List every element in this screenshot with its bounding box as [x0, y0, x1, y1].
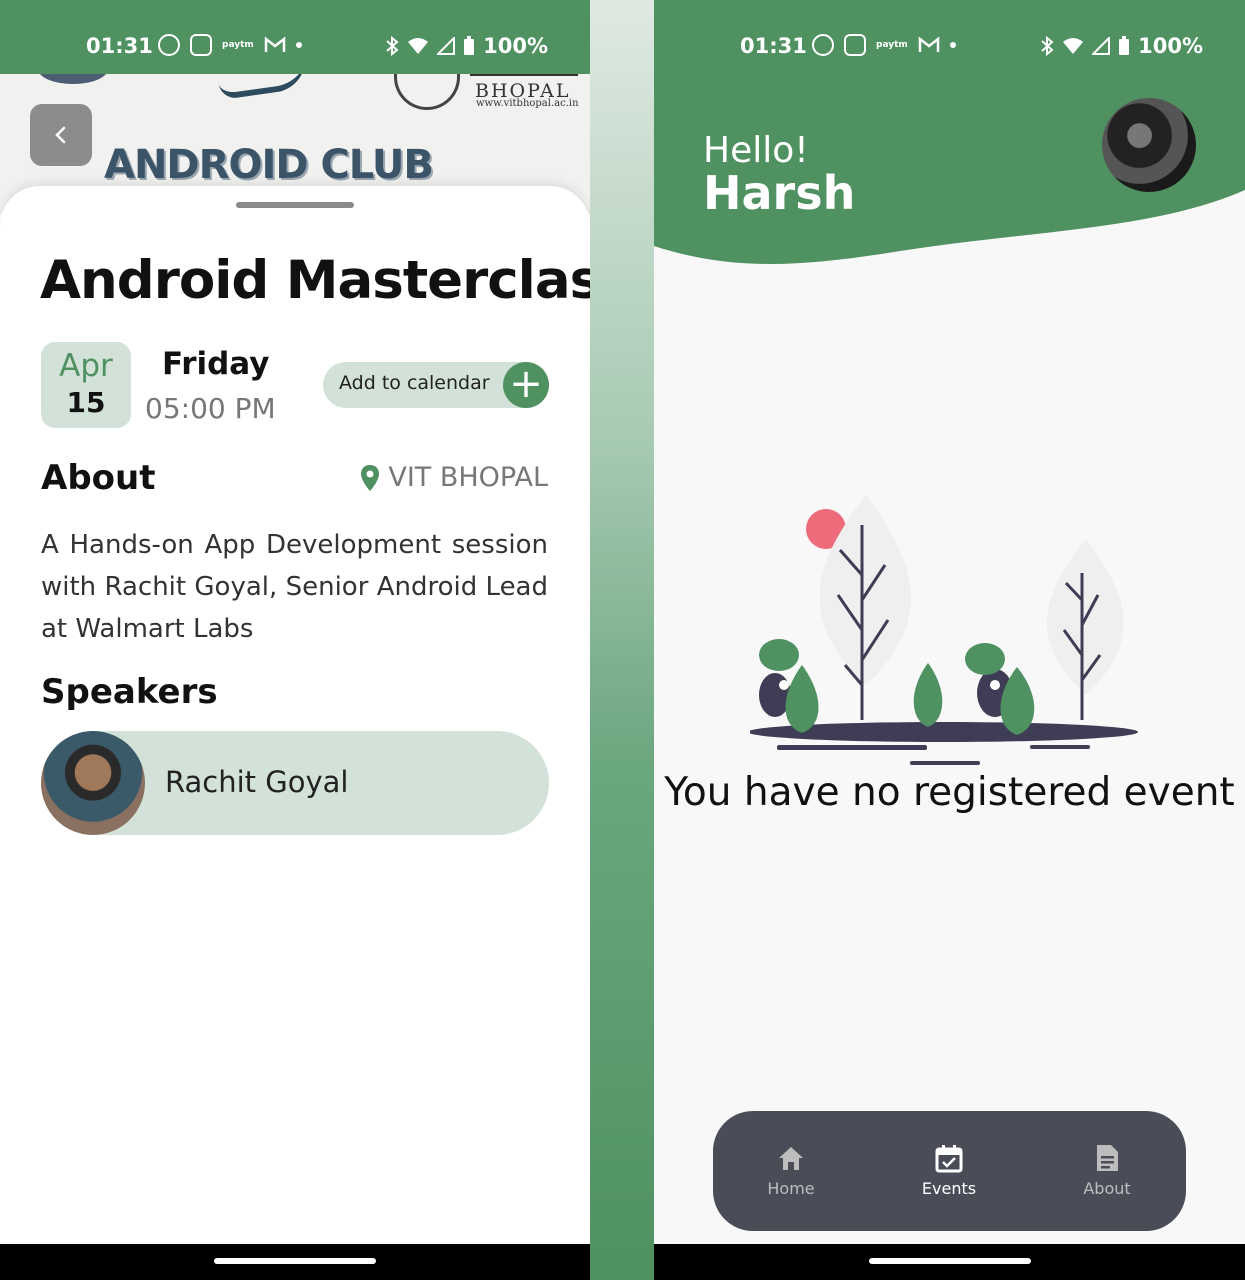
- paytm-icon: paytm: [876, 39, 908, 50]
- system-icons: 100%: [385, 34, 548, 58]
- notification-icons: paytm: [158, 34, 302, 56]
- instagram-icon: [190, 34, 212, 56]
- chevron-left-icon: [55, 126, 66, 144]
- institution-url: www.vitbhopal.ac.in: [476, 98, 579, 109]
- whatsapp-icon: [158, 34, 180, 56]
- signal-icon: [437, 37, 456, 55]
- paytm-icon: paytm: [222, 39, 254, 50]
- background-divider: [590, 0, 654, 1280]
- status-bar: 01:31 paytm 100%: [654, 0, 1245, 74]
- location-pin-icon: [361, 464, 380, 491]
- profile-avatar[interactable]: [1102, 98, 1196, 192]
- event-day: 15: [66, 386, 106, 419]
- more-notifications-icon: [295, 42, 302, 48]
- nav-home[interactable]: Home: [741, 1143, 841, 1198]
- location-text: VIT BHOPAL: [388, 462, 548, 493]
- document-icon: [1097, 1145, 1118, 1171]
- event-weekday: Friday: [162, 346, 270, 382]
- gmail-icon: [918, 36, 940, 52]
- about-heading: About: [41, 458, 156, 498]
- event-sheet: Android Masterclass Apr 15 Friday 05:00 …: [0, 186, 590, 1246]
- bluetooth-icon: [1041, 36, 1054, 56]
- calendar-check-icon: [935, 1145, 963, 1173]
- event-title: Android Masterclass: [40, 250, 590, 311]
- gmail-icon: [264, 36, 286, 52]
- home-gesture-bar[interactable]: [868, 1258, 1031, 1264]
- battery-level: 100%: [1138, 34, 1203, 58]
- plus-icon: +: [503, 362, 549, 408]
- speaker-avatar: [41, 731, 145, 835]
- date-badge: Apr 15: [41, 342, 131, 428]
- notification-icons: paytm: [812, 34, 956, 56]
- nav-about-label: About: [1083, 1179, 1131, 1198]
- add-to-calendar-button[interactable]: Add to calendar +: [323, 362, 549, 408]
- signal-icon: [1092, 37, 1111, 55]
- event-time: 05:00 PM: [145, 392, 276, 425]
- events-screen: 01:31 paytm 100% Hello! Harsh You have n…: [654, 0, 1245, 1280]
- drag-handle[interactable]: [236, 202, 354, 208]
- home-icon: [779, 1147, 803, 1170]
- system-nav-bar: [654, 1244, 1245, 1280]
- banner-graphic: [216, 74, 310, 101]
- empty-state-illustration: [750, 495, 1138, 765]
- event-location: VIT BHOPAL: [360, 462, 548, 493]
- user-name: Harsh: [703, 166, 856, 220]
- nav-about[interactable]: About: [1057, 1143, 1157, 1198]
- system-icons: 100%: [1040, 34, 1203, 58]
- whatsapp-icon: [812, 34, 834, 56]
- club-title: ANDROID CLUB: [104, 142, 434, 188]
- wifi-icon: [408, 38, 429, 54]
- add-to-calendar-label: Add to calendar: [339, 372, 490, 394]
- battery-level: 100%: [483, 34, 548, 58]
- wifi-icon: [1063, 38, 1084, 54]
- system-nav-bar: [0, 1244, 590, 1280]
- nav-events[interactable]: Events: [899, 1143, 999, 1198]
- status-time: 01:31: [86, 34, 153, 58]
- banner-divider: [470, 74, 578, 76]
- battery-icon: [1119, 36, 1130, 55]
- greeting: Hello!: [703, 130, 809, 171]
- bottom-navigation: Home Events About: [713, 1111, 1186, 1231]
- battery-icon: [464, 36, 475, 55]
- back-button[interactable]: [30, 104, 92, 166]
- university-seal: [394, 74, 460, 110]
- speaker-name: Rachit Goyal: [165, 765, 349, 799]
- event-month: Apr: [59, 348, 113, 384]
- bluetooth-icon: [386, 36, 399, 56]
- status-bar: 01:31 paytm 100%: [0, 0, 590, 74]
- club-logo: [38, 74, 108, 84]
- instagram-icon: [844, 34, 866, 56]
- empty-state-message: You have no registered event: [664, 770, 1235, 815]
- event-detail-screen: BHOPAL www.vitbhopal.ac.in ANDROID CLUB …: [0, 0, 590, 1280]
- nav-events-label: Events: [921, 1179, 977, 1198]
- more-notifications-icon: [949, 42, 956, 48]
- nav-home-label: Home: [767, 1179, 815, 1198]
- speakers-heading: Speakers: [41, 672, 218, 712]
- home-gesture-bar[interactable]: [214, 1258, 376, 1264]
- status-time: 01:31: [740, 34, 807, 58]
- speaker-card[interactable]: Rachit Goyal: [41, 731, 549, 835]
- event-description: A Hands-on App Development session with …: [41, 530, 548, 644]
